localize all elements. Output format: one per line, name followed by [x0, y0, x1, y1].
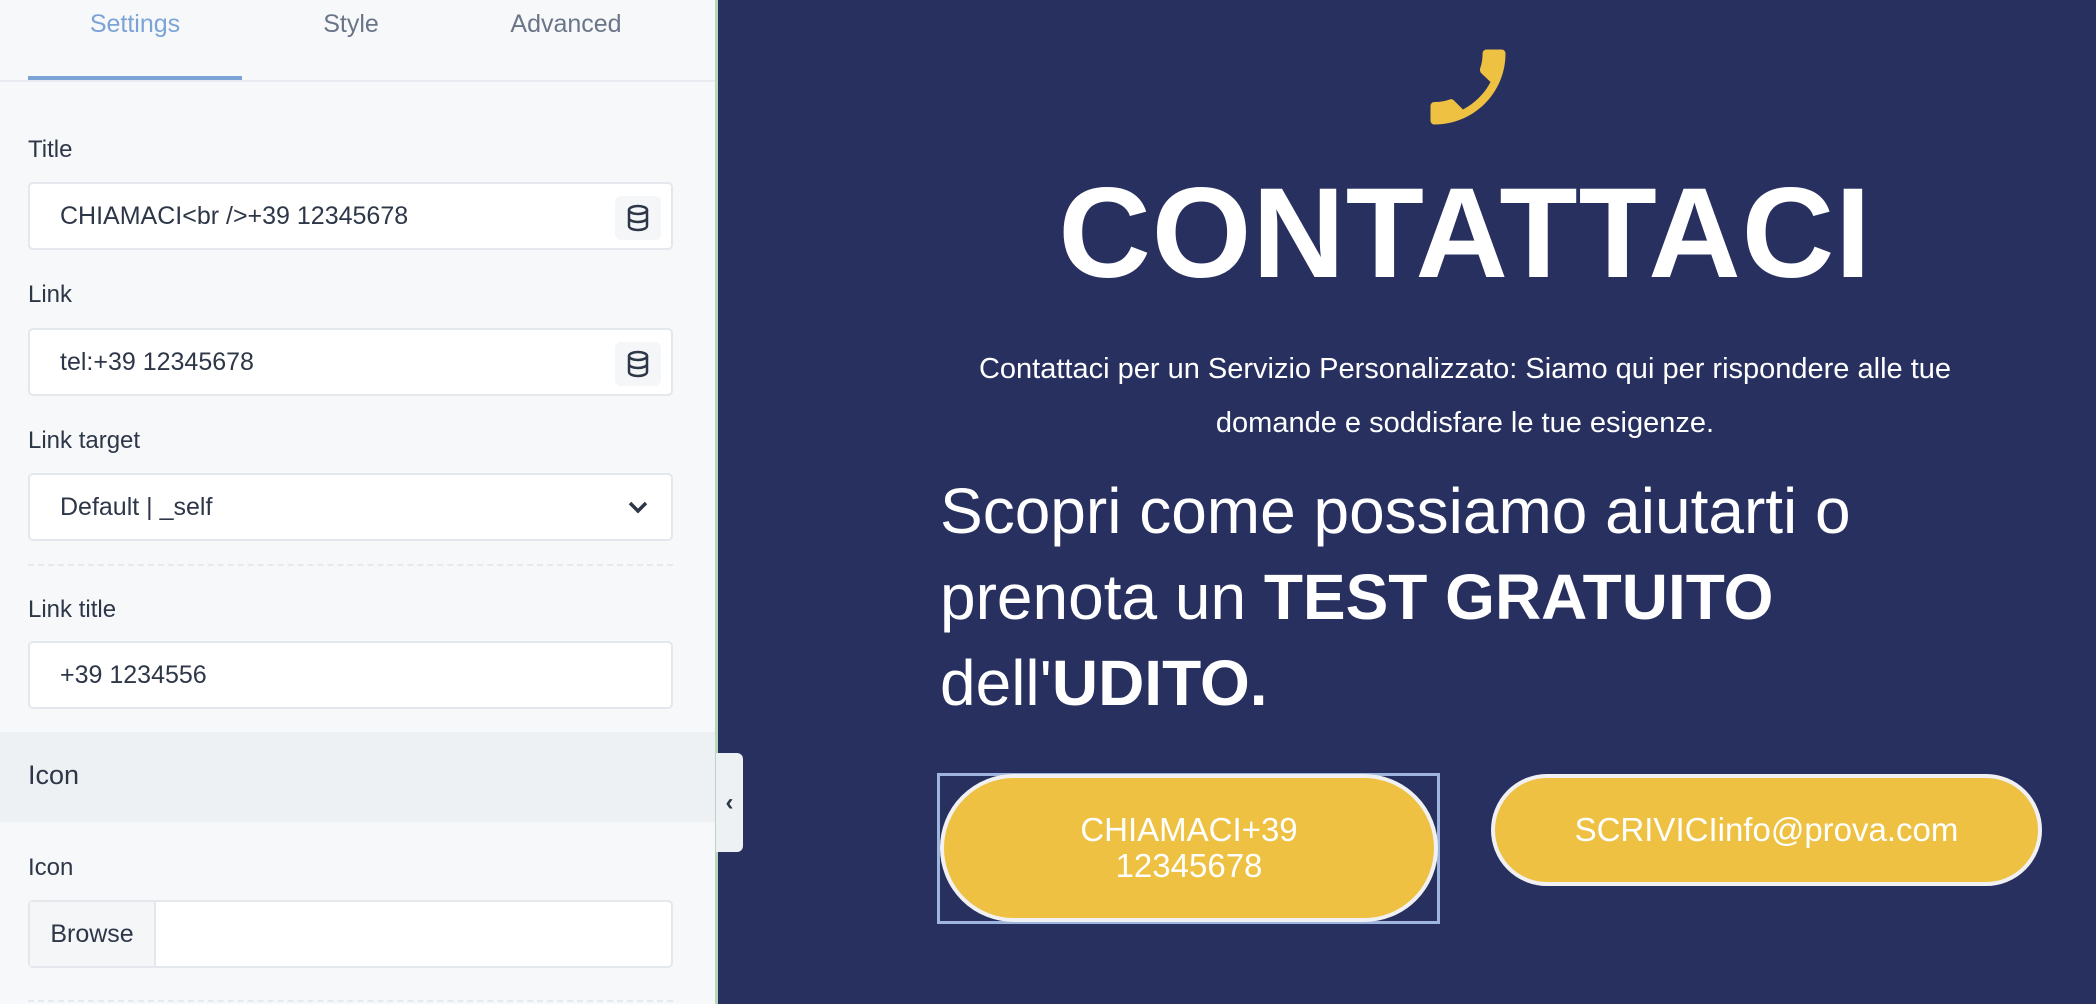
- title-value: CHIAMACI<br />+39 12345678: [60, 201, 409, 230]
- collapse-sidebar-button[interactable]: ‹: [716, 753, 743, 852]
- hero-description: Contattaci per un Servizio Personalizzat…: [978, 353, 1952, 439]
- icon-picker[interactable]: Browse: [28, 900, 673, 968]
- chevron-left-icon: ‹: [725, 788, 734, 816]
- link-target-select[interactable]: Default | _self: [28, 473, 673, 541]
- tab-style[interactable]: Style: [244, 10, 458, 39]
- heading-text: dell': [940, 647, 1052, 719]
- hero-title: CONTATTACI: [1058, 162, 1872, 305]
- active-tab-indicator: [28, 76, 242, 80]
- database-icon: [627, 204, 649, 232]
- link-title-value: +39 1234556: [60, 660, 207, 689]
- link-title-label: Link title: [28, 596, 117, 623]
- hero-heading: Scopri come possiamo aiutarti o prenota …: [940, 468, 1940, 726]
- call-button-line2: 12345678: [1115, 847, 1263, 884]
- tab-settings[interactable]: Settings: [28, 10, 242, 39]
- chevron-down-icon: [628, 501, 648, 514]
- divider: [28, 564, 673, 566]
- browse-button[interactable]: Browse: [30, 902, 156, 966]
- link-value: tel:+39 12345678: [60, 347, 254, 376]
- tabs-divider: [0, 80, 715, 82]
- tab-advanced[interactable]: Advanced: [459, 10, 673, 39]
- link-input[interactable]: tel:+39 12345678: [28, 328, 673, 396]
- link-target-label: Link target: [28, 427, 141, 454]
- icon-label: Icon: [28, 854, 74, 881]
- link-label: Link: [28, 281, 73, 308]
- icon-section-title: Icon: [28, 760, 80, 790]
- dynamic-data-button[interactable]: [615, 342, 661, 386]
- icon-section-header[interactable]: Icon: [0, 732, 715, 822]
- title-input[interactable]: CHIAMACI<br />+39 12345678: [28, 182, 673, 250]
- database-icon: [627, 350, 649, 378]
- phone-icon: [1430, 49, 1506, 125]
- divider: [28, 1000, 673, 1002]
- dynamic-data-button[interactable]: [615, 196, 661, 240]
- title-label: Title: [28, 136, 73, 163]
- call-button-line1: CHIAMACI+39: [1080, 811, 1298, 848]
- email-button[interactable]: SCRIVICIinfo@prova.com: [1491, 774, 2042, 886]
- heading-bold: UDITO.: [1051, 647, 1268, 719]
- call-button[interactable]: CHIAMACI+39 12345678: [940, 774, 1438, 922]
- link-target-value: Default | _self: [60, 492, 213, 521]
- link-title-input[interactable]: +39 1234556: [28, 641, 673, 709]
- heading-bold: TEST GRATUITO: [1263, 561, 1774, 633]
- settings-sidebar: Settings Style Advanced Title CHIAMACI<b…: [0, 0, 718, 1004]
